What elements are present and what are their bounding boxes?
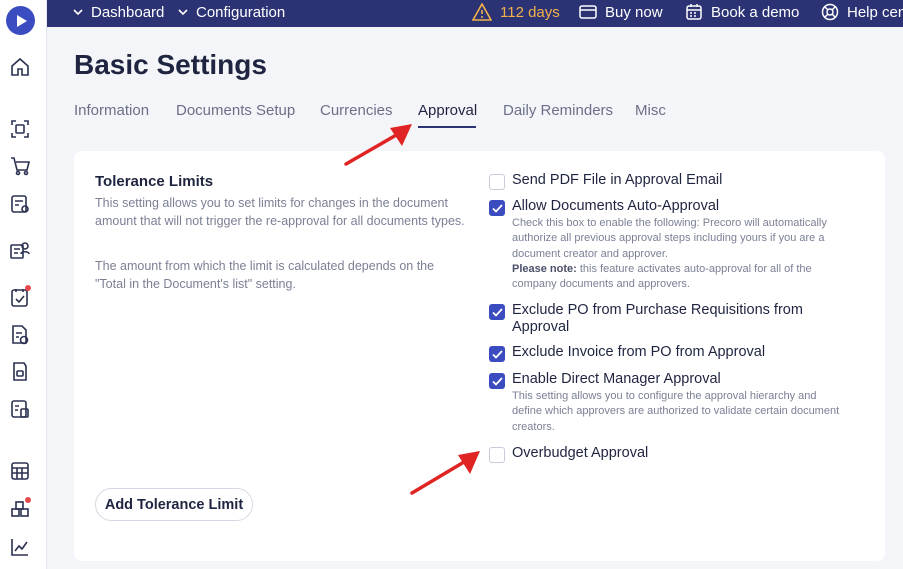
exclude-invoice-from-po-checkbox[interactable] <box>489 346 505 362</box>
top-nav-bar: Dashboard Configuration 112 days Buy now… <box>47 0 903 27</box>
notification-dot <box>25 497 31 503</box>
chevron-down-icon <box>178 9 188 16</box>
help-center-button[interactable]: Help cen <box>821 0 903 24</box>
tolerance-limits-note: The amount from which the limit is calcu… <box>95 259 435 291</box>
direct-manager-approval-label[interactable]: Enable Direct Manager Approval <box>512 371 842 388</box>
direct-manager-approval-description: This setting allows you to configure the… <box>512 390 840 433</box>
inventory-icon[interactable] <box>9 497 31 520</box>
overbudget-approval-label[interactable]: Overbudget Approval <box>512 445 842 462</box>
exclude-po-from-pr-checkbox[interactable] <box>489 304 505 320</box>
nav-configuration[interactable]: Configuration <box>178 0 285 24</box>
request-icon[interactable] <box>9 193 31 215</box>
tab-documents-setup[interactable]: Documents Setup <box>176 102 295 119</box>
card-icon <box>579 5 597 19</box>
play-logo-icon <box>16 14 27 27</box>
approval-settings-card: Tolerance Limits This setting allows you… <box>74 151 885 561</box>
nav-dashboard[interactable]: Dashboard <box>73 0 164 24</box>
page-title: Basic Settings <box>74 49 267 80</box>
tab-daily-reminders[interactable]: Daily Reminders <box>503 102 613 119</box>
invoice-icon[interactable] <box>9 324 31 346</box>
overbudget-approval-checkbox[interactable] <box>489 447 505 463</box>
receipt-icon[interactable] <box>9 361 31 383</box>
checkmark-icon <box>491 203 503 213</box>
tolerance-limits-title: Tolerance Limits <box>95 173 214 190</box>
active-tab-indicator <box>418 126 476 128</box>
help-center-label: Help cen <box>847 3 903 21</box>
tab-currencies[interactable]: Currencies <box>320 102 393 119</box>
notification-dot <box>25 285 31 291</box>
tab-approval[interactable]: Approval <box>418 102 477 119</box>
lifebuoy-icon <box>821 3 839 21</box>
warning-icon <box>472 3 492 21</box>
sidebar <box>0 0 47 569</box>
nav-dashboard-label: Dashboard <box>91 3 165 21</box>
auto-approval-desc-text: Check this box to enable the following: … <box>512 217 827 260</box>
calendar-icon <box>686 4 702 20</box>
auto-approval-checkbox[interactable] <box>489 200 505 216</box>
tab-misc[interactable]: Misc <box>635 102 666 119</box>
tolerance-limits-description: This setting allows you to set limits fo… <box>95 196 465 228</box>
app-logo[interactable] <box>6 6 35 35</box>
analytics-icon[interactable] <box>9 536 31 558</box>
exclude-po-from-pr-label[interactable]: Exclude PO from Purchase Requisitions fr… <box>512 302 842 336</box>
nav-configuration-label: Configuration <box>196 3 286 21</box>
home-icon[interactable] <box>9 56 31 78</box>
calculator-icon[interactable] <box>9 460 31 482</box>
checkmark-icon <box>491 349 503 359</box>
trial-days-badge[interactable]: 112 days <box>472 0 560 24</box>
approvals-icon[interactable] <box>9 285 31 308</box>
direct-manager-approval-checkbox[interactable] <box>489 373 505 389</box>
cart-icon[interactable] <box>9 155 31 177</box>
book-demo-label: Book a demo <box>711 3 800 21</box>
tab-information[interactable]: Information <box>74 102 149 119</box>
buy-now-label: Buy now <box>605 3 663 21</box>
suppliers-icon[interactable] <box>9 239 31 261</box>
budget-icon[interactable] <box>9 398 31 420</box>
add-tolerance-limit-button[interactable]: Add Tolerance Limit <box>95 488 253 521</box>
trial-days-label: 112 days <box>500 3 560 21</box>
auto-approval-note-label: Please note: <box>512 262 577 275</box>
book-demo-button[interactable]: Book a demo <box>685 0 799 24</box>
send-pdf-label[interactable]: Send PDF File in Approval Email <box>512 172 842 189</box>
scan-icon[interactable] <box>9 118 31 140</box>
buy-now-button[interactable]: Buy now <box>579 0 663 24</box>
checkmark-icon <box>491 376 503 386</box>
auto-approval-description: Check this box to enable the following: … <box>512 216 847 292</box>
exclude-invoice-from-po-label[interactable]: Exclude Invoice from PO from Approval <box>512 344 842 361</box>
send-pdf-checkbox[interactable] <box>489 174 505 190</box>
checkmark-icon <box>491 307 503 317</box>
auto-approval-label[interactable]: Allow Documents Auto-Approval <box>512 198 842 215</box>
chevron-down-icon <box>73 9 83 16</box>
